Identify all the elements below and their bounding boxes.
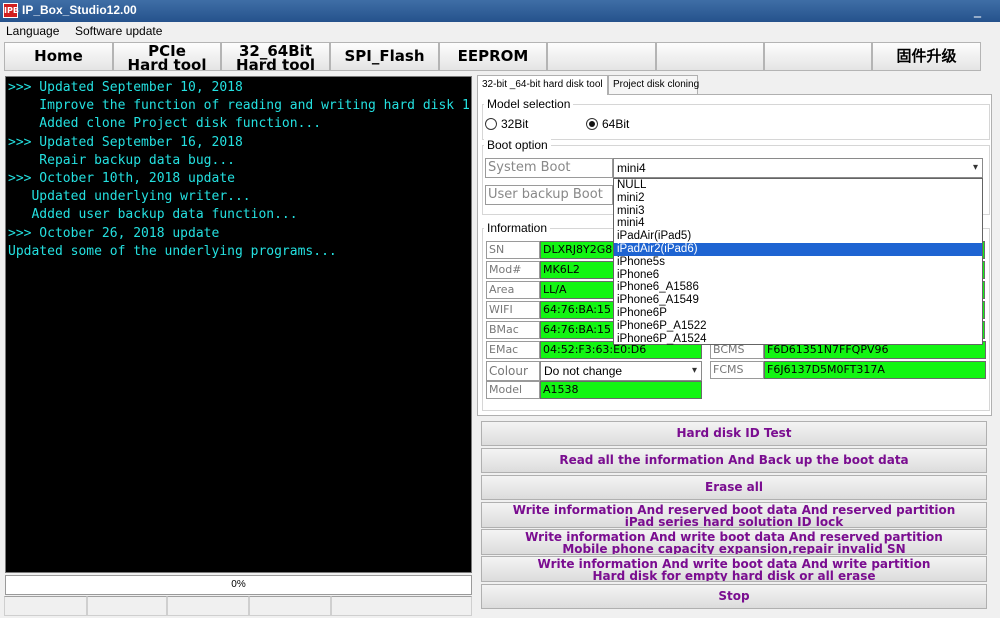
progress-bar: 0% (5, 575, 472, 595)
log-line: >>> Updated September 10, 2018 (8, 80, 243, 95)
tab-32-64bit-tool[interactable]: 32-bit _64-bit hard disk tool (477, 75, 608, 95)
colour-label: Colour (486, 361, 540, 381)
log-line: Updated some of the underlying programs.… (8, 243, 337, 259)
radio-32bit-label[interactable]: 32Bit (501, 117, 528, 131)
dropdown-option[interactable]: iPadAir(iPad5) (614, 230, 982, 243)
spi-flash-button[interactable]: SPI_Flash (330, 42, 439, 71)
emac-label: EMac (486, 341, 540, 359)
firmware-upgrade-button[interactable]: 固件升级 (872, 42, 981, 71)
dropdown-option[interactable]: mini3 (614, 205, 982, 218)
dropdown-option[interactable]: iPhone6_A1549 (614, 294, 982, 307)
toolbar: Home PCIe Hard tool 32_64Bit Hard tool S… (0, 40, 1000, 72)
menu-item-software-update[interactable]: Software update (75, 24, 162, 38)
dropdown-option[interactable]: mini2 (614, 192, 982, 205)
erase-all-button[interactable]: Erase all (481, 475, 987, 500)
log-line: >>> October 26, 2018 update (8, 225, 220, 241)
log-line: Added user backup data function... (8, 207, 298, 223)
radio-64bit[interactable] (586, 118, 598, 130)
dropdown-option[interactable]: iPhone6P_A1522 (614, 320, 982, 333)
empty-tool-button-2[interactable] (656, 42, 764, 71)
status-cell (4, 596, 87, 616)
dropdown-option[interactable]: iPhone6 (614, 269, 982, 282)
write-info-boot-reserved-partition-button[interactable]: Write information And write boot data An… (481, 529, 987, 555)
log-line: Added clone Project disk function... (8, 116, 322, 132)
status-cell (331, 596, 472, 616)
tab-project-disk-cloning[interactable]: Project disk cloning (608, 75, 699, 94)
pcie-line2: Hard tool (127, 56, 207, 71)
32-64bit-hard-tool-button[interactable]: 32_64Bit Hard tool (221, 42, 330, 71)
menu-item-language[interactable]: Language (6, 24, 59, 38)
empty-tool-button-1[interactable] (547, 42, 656, 71)
dropdown-option[interactable]: iPhone6P_A1524 (614, 333, 982, 346)
model-number-label: Mod# (486, 261, 540, 279)
dropdown-option[interactable]: iPhone5s (614, 256, 982, 269)
log-line: >>> Updated September 16, 2018 (8, 134, 243, 150)
log-console[interactable]: >>> Updated September 10, 2018 Improve t… (5, 76, 472, 573)
stop-button[interactable]: Stop (481, 584, 987, 609)
model-label: Model (486, 381, 540, 399)
eeprom-button[interactable]: EEPROM (439, 42, 547, 71)
hard-disk-id-test-button[interactable]: Hard disk ID Test (481, 421, 987, 446)
window-title: IP_Box_Studio12.00 (22, 3, 137, 17)
sn-label: SN (486, 241, 540, 259)
information-legend: Information (484, 221, 551, 235)
button-line: Mobile phone capacity expansion,repair i… (562, 542, 906, 555)
bmac-label: BMac (486, 321, 540, 339)
minimize-icon[interactable]: _ (974, 2, 981, 18)
log-line: Improve the function of reading and writ… (8, 98, 469, 114)
area-label: Area (486, 281, 540, 299)
wifi-label: WIFI (486, 301, 540, 319)
status-cell (167, 596, 249, 616)
log-line: >>> October 10th, 2018 update (8, 171, 235, 187)
read-all-backup-button[interactable]: Read all the information And Back up the… (481, 448, 987, 473)
write-info-reserved-partition-button[interactable]: Write information And reserved boot data… (481, 502, 987, 528)
system-boot-label: System Boot (485, 158, 613, 178)
menu-bar: Language Software update (0, 22, 1000, 40)
system-boot-select[interactable]: mini4 ▾ (613, 158, 983, 178)
app-logo-icon: IPB (3, 3, 19, 18)
write-info-boot-partition-button[interactable]: Write information And write boot data An… (481, 556, 987, 582)
radio-32bit[interactable] (485, 118, 497, 130)
dropdown-option[interactable]: NULL (614, 179, 982, 192)
log-line: Updated underlying writer... (8, 189, 251, 205)
model-selection-legend: Model selection (484, 97, 574, 111)
colour-select[interactable]: Do not change ▾ (540, 361, 702, 381)
fcms-field[interactable]: F6J6137D5M0FT317A (764, 361, 986, 379)
user-backup-boot-label: User backup Boot (485, 185, 613, 205)
status-cell (249, 596, 331, 616)
status-bar (0, 596, 475, 616)
dropdown-option[interactable]: iPhone6P (614, 307, 982, 320)
dropdown-option[interactable]: iPhone6_A1586 (614, 281, 982, 294)
button-line: iPad series hard solution ID lock (624, 515, 844, 528)
chevron-down-icon[interactable]: ▾ (973, 159, 978, 177)
colour-value: Do not change (544, 364, 623, 378)
fcms-label: FCMS (710, 361, 764, 379)
pcie-hard-tool-button[interactable]: PCIe Hard tool (113, 42, 221, 71)
system-boot-dropdown-list[interactable]: NULL mini2 mini3 mini4 iPadAir(iPad5) iP… (613, 178, 983, 345)
radio-64bit-label[interactable]: 64Bit (602, 117, 629, 131)
status-cell (87, 596, 167, 616)
boot-option-legend: Boot option (484, 138, 551, 152)
log-line: Repair backup data bug... (8, 152, 235, 168)
dropdown-option[interactable]: mini4 (614, 217, 982, 230)
home-button[interactable]: Home (4, 42, 113, 71)
model-field[interactable]: A1538 (540, 381, 702, 399)
system-boot-value: mini4 (617, 161, 646, 175)
chevron-down-icon[interactable]: ▾ (692, 362, 697, 380)
button-line: Hard disk for empty hard disk or all era… (592, 569, 876, 582)
dropdown-option-highlighted[interactable]: iPadAir2(iPad6) (614, 242, 982, 256)
title-bar: IPB IP_Box_Studio12.00 _ (0, 0, 1000, 22)
empty-tool-button-3[interactable] (764, 42, 872, 71)
bit-tool-line2: Hard tool (236, 56, 315, 71)
